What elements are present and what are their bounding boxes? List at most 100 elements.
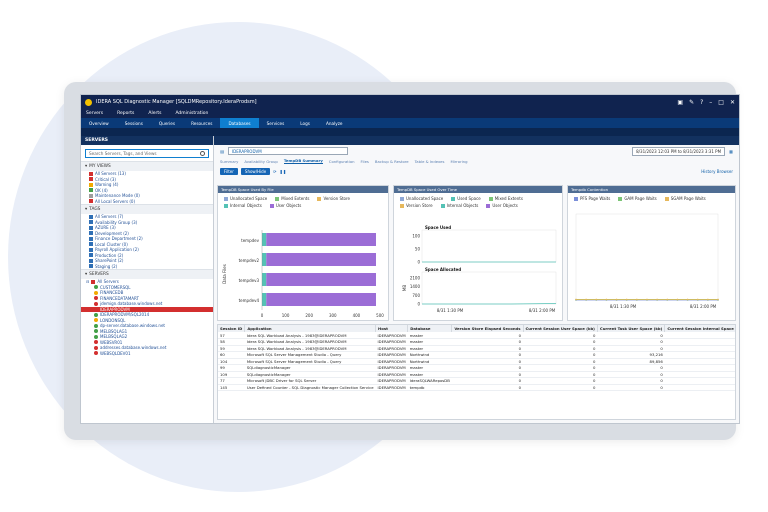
server-status-icon: [94, 285, 98, 290]
server-label: WEBSVR01: [100, 339, 123, 345]
subtab-item[interactable]: Backup & Restore: [375, 159, 409, 164]
tags-section[interactable]: ▾ TAGS: [81, 204, 213, 214]
subtab-item[interactable]: Table & Indexes: [415, 159, 445, 164]
subtab-item[interactable]: Configuration: [329, 159, 355, 164]
subtab-item[interactable]: Availability Group: [244, 159, 277, 164]
column-header[interactable]: Host: [375, 325, 409, 332]
menu-servers[interactable]: Servers: [86, 111, 103, 116]
menu-alerts[interactable]: Alerts: [148, 111, 161, 116]
tag-icon: [89, 214, 93, 219]
server-status-icon: [94, 329, 98, 334]
tab-queries[interactable]: Queries: [151, 118, 183, 128]
my-views-label: MY VIEWS: [89, 164, 111, 169]
server-label: FINANCEDATAMART: [100, 295, 139, 301]
show-hide-button[interactable]: Show/Hide: [240, 167, 271, 175]
table-row[interactable]: 145 User Defined Counter - SQL Diagnostic…: [218, 384, 735, 391]
legend-label: Internal Objects: [446, 203, 479, 208]
data-point: [595, 298, 598, 301]
tab-analyze[interactable]: Analyze: [318, 118, 351, 128]
chart-legend: Unallocated Space Mixed Extents Version St…: [218, 193, 388, 211]
table-cell: User Defined Counter - SQL Diagnostic Ma…: [244, 384, 376, 391]
legend-swatch: [488, 196, 493, 201]
views-list: All Servers (13) Critical (3) Warning (4) O…: [81, 171, 213, 204]
filter-row: ▤ IDERAPRODVM 8/31/2023 12:03 PM to 8/31…: [214, 145, 739, 157]
server-status-icon: [94, 301, 98, 306]
bar-segment: [266, 253, 376, 266]
data-point: [615, 298, 618, 301]
server-filter-select[interactable]: IDERAPRODVM: [227, 147, 348, 155]
servers-section[interactable]: ▾ SERVERS: [81, 269, 213, 279]
bar-segment: [262, 293, 267, 306]
server-item[interactable]: WEBSQLDEV01: [81, 351, 213, 357]
minimize-icon[interactable]: –: [709, 99, 712, 106]
tab-sessions[interactable]: Sessions: [117, 118, 151, 128]
tab-databases[interactable]: Databases: [220, 118, 259, 128]
collapse-icon: ⊟: [86, 279, 90, 285]
data-point: [625, 298, 628, 301]
history-browser-link[interactable]: History Browser: [701, 169, 733, 174]
legend-item: User Objects: [486, 203, 518, 208]
x-tick-label: 200: [305, 313, 313, 318]
server-status-icon: [94, 307, 98, 312]
legend-item: Unallocated Space: [400, 196, 443, 201]
chart-legend: Unallocated Space Used Space Mixed Extents…: [394, 193, 562, 211]
tag-icon: [89, 242, 93, 247]
subtab-item[interactable]: Summary: [220, 159, 238, 164]
tag-icon: [89, 225, 93, 230]
column-header[interactable]: Application: [244, 325, 377, 332]
folder-icon[interactable]: ▣: [677, 99, 683, 106]
column-header[interactable]: Version Store Elapsed Seconds: [451, 325, 524, 332]
column-header[interactable]: Session ID: [218, 325, 246, 332]
refresh-icon[interactable]: ⟳: [273, 169, 276, 174]
menu-administration[interactable]: Administration: [175, 111, 208, 116]
pause-icon[interactable]: ❚❚: [280, 169, 287, 174]
bar-segment: [266, 293, 376, 306]
filter-button[interactable]: Filter: [220, 167, 238, 175]
tag-label: All Servers (7): [95, 214, 124, 220]
plot-area: [421, 229, 557, 263]
subtab-item[interactable]: Mirroring: [450, 159, 467, 164]
panel-title: Tempdb Contention: [568, 186, 735, 193]
tab-services[interactable]: Services: [259, 118, 293, 128]
column-header[interactable]: Current Session Internal Space (kb): [664, 325, 735, 332]
x-tick-label: 8/31 1:30 PM: [437, 308, 464, 313]
window-title: IDERA SQL Diagnostic Manager [SQLDMRepos…: [96, 99, 257, 105]
menu-reports[interactable]: Reports: [117, 111, 134, 116]
subtab-item[interactable]: Files: [361, 159, 369, 164]
maximize-icon[interactable]: □: [718, 99, 724, 106]
legend-label: Internal Objects: [230, 203, 262, 208]
y-axis-label: Data Files: [222, 264, 227, 284]
date-range-picker[interactable]: 8/31/2023 12:03 PM to 8/31/2023 3:31 PM: [632, 146, 726, 156]
settings-icon[interactable]: ✎: [689, 99, 694, 106]
server-status-icon: [94, 345, 98, 350]
tab-resources[interactable]: Resources: [183, 118, 220, 128]
my-views-section[interactable]: ▾ MY VIEWS: [81, 161, 213, 171]
legend-item: Unallocated Space: [224, 196, 267, 201]
status-icon: [89, 171, 93, 176]
search-icon[interactable]: [200, 151, 205, 156]
x-tick-label: 400: [353, 313, 361, 318]
column-header[interactable]: Current Task User Space (kb): [597, 325, 666, 332]
tab-overview[interactable]: Overview: [81, 118, 117, 128]
tab-logs[interactable]: Logs: [292, 118, 318, 128]
calendar-icon[interactable]: ▦: [729, 149, 733, 154]
legend-label: Used Space: [457, 196, 481, 201]
y-tick-label: 700: [412, 293, 420, 298]
table-cell: 0: [664, 384, 735, 391]
tag-icon: [89, 236, 93, 241]
help-icon[interactable]: ?: [700, 99, 703, 106]
view-label: OK (4): [95, 187, 108, 193]
legend-swatch: [618, 196, 623, 201]
close-icon[interactable]: ✕: [730, 99, 735, 106]
server-search-input[interactable]: Search Servers, Tags, and Views: [85, 149, 209, 158]
server-label: dp-server.database.windows.net: [100, 323, 165, 329]
legend-item: Internal Objects: [224, 203, 262, 208]
column-header[interactable]: Database: [407, 325, 453, 332]
legend-item: Version Store: [317, 196, 350, 201]
table-cell: 145: [218, 384, 245, 391]
subtab-item[interactable]: TempDB Summary: [283, 158, 323, 164]
tag-icon: [89, 231, 93, 236]
y-tick-label: 1400: [410, 284, 421, 289]
column-header[interactable]: Current Session User Space (kb): [523, 325, 598, 332]
space-by-file-panel: TempDB Space Used By File Unallocated Sp…: [217, 185, 389, 321]
